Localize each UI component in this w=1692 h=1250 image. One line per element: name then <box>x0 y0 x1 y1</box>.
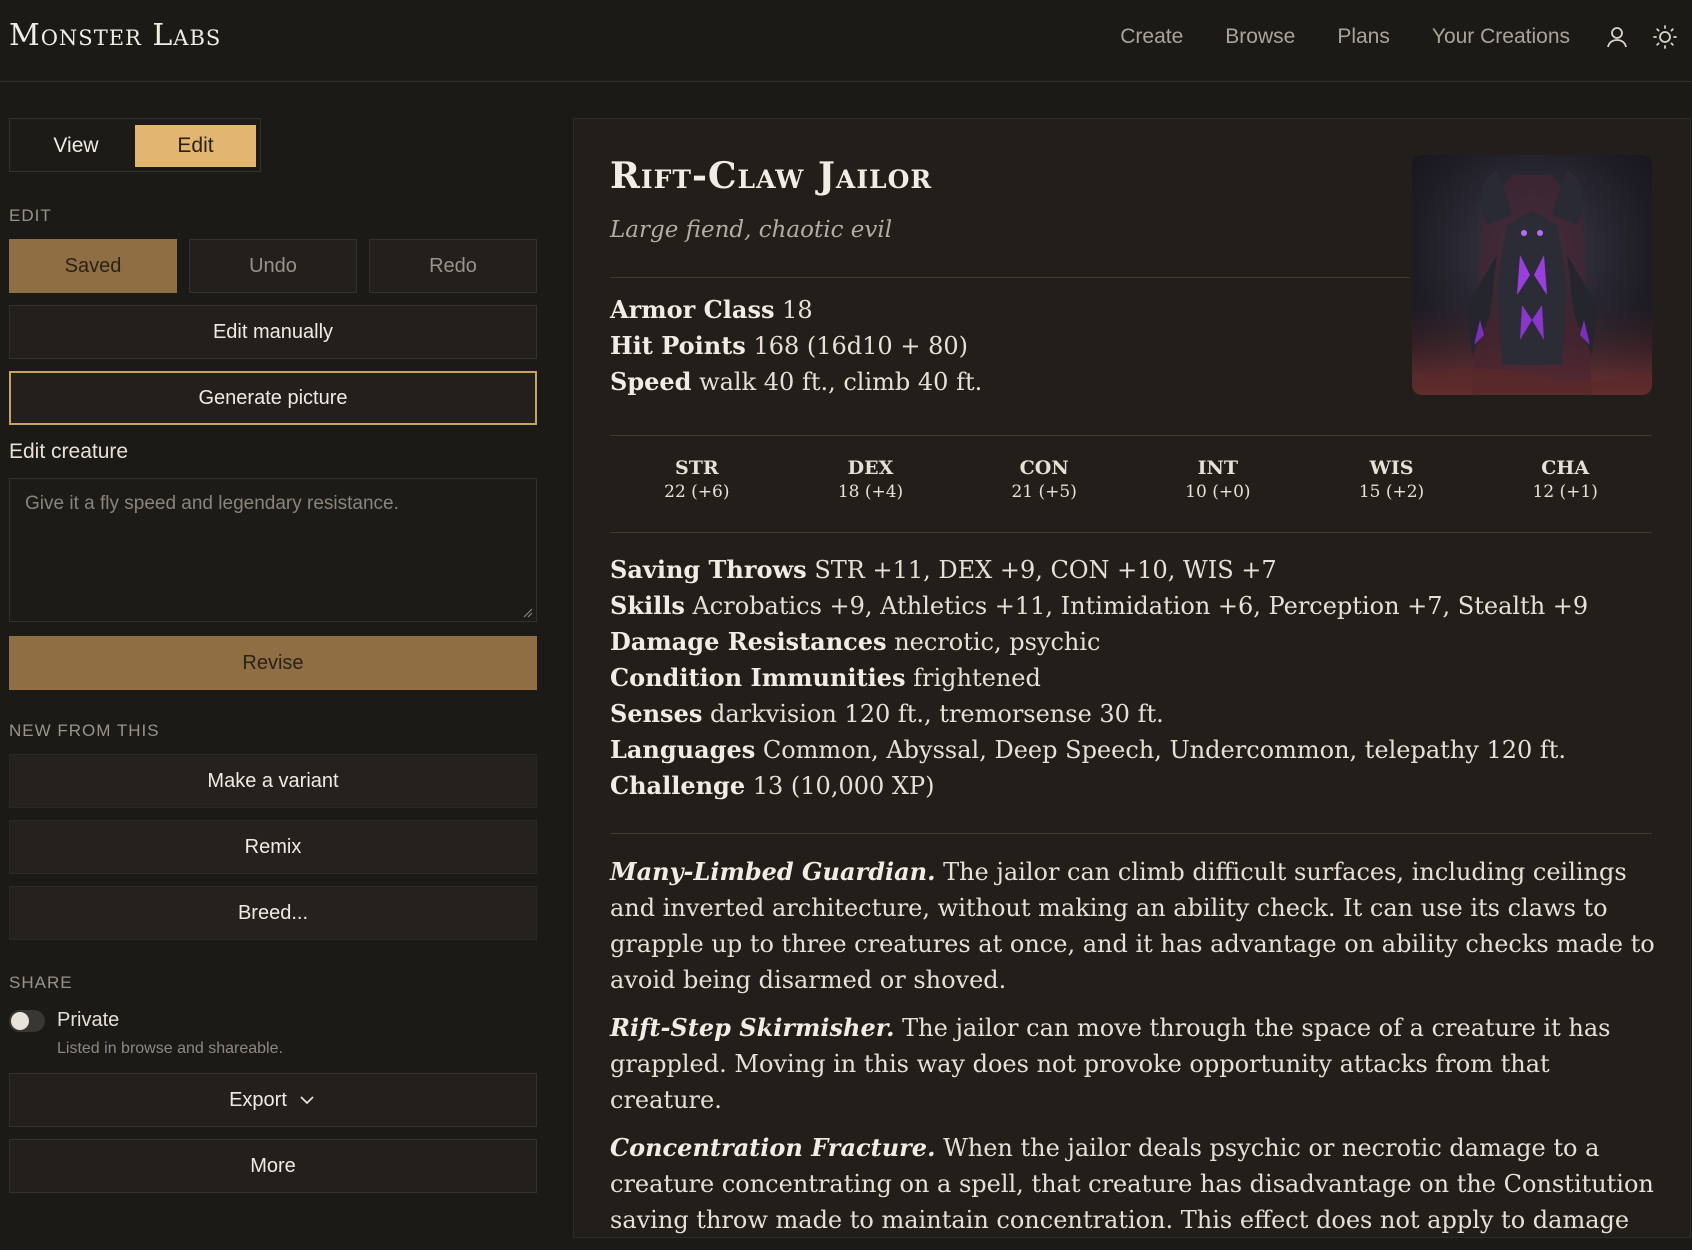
divider <box>610 435 1652 436</box>
edit-creature-label: Edit creature <box>9 440 129 463</box>
redo-button[interactable]: Redo <box>369 239 537 293</box>
saving-throws-value: STR +11, DEX +9, CON +10, WIS +7 <box>814 556 1277 584</box>
ability-value: 18 (+4) <box>837 482 904 502</box>
nav-plans[interactable]: Plans <box>1337 25 1390 49</box>
new-from-this-section-label: NEW FROM THIS <box>9 721 160 740</box>
saved-button[interactable]: Saved <box>9 239 177 293</box>
saving-throws-label: Saving Throws <box>610 555 807 584</box>
chevron-down-icon <box>300 1096 314 1105</box>
ability-name: CON <box>1019 457 1069 479</box>
damage-resistances-label: Damage Resistances <box>610 627 887 656</box>
export-label: Export <box>229 1088 287 1111</box>
view-mode-button[interactable]: View <box>16 125 136 167</box>
senses-value: darkvision 120 ft., tremorsense 30 ft. <box>709 700 1164 728</box>
sun-icon[interactable] <box>1652 24 1678 50</box>
generate-picture-button[interactable]: Generate picture <box>9 371 537 425</box>
trait: Many-Limbed Guardian. The jailor can cli… <box>610 854 1660 998</box>
ability-cha: CHA 12 (+1) <box>1478 457 1652 502</box>
monster-name: Rift-Claw Jailor <box>610 155 933 197</box>
trait-name: Rift-Step Skirmisher. <box>610 1013 895 1042</box>
condition-immunities-line: Condition Immunities frightened <box>610 663 1041 692</box>
hit-points-label: Hit Points <box>610 331 746 360</box>
remix-button[interactable]: Remix <box>9 820 537 874</box>
mode-switch: View Edit <box>9 118 261 172</box>
hit-points-line: Hit Points 168 (16d10 + 80) <box>610 331 968 360</box>
stat-block: Rift-Claw Jailor Large fiend, chaotic ev… <box>573 118 1691 1238</box>
challenge-label: Challenge <box>610 771 746 800</box>
divider <box>610 532 1652 533</box>
nav-browse[interactable]: Browse <box>1225 25 1295 49</box>
top-bar: Monster Labs Create Browse Plans Your Cr… <box>0 0 1692 82</box>
undo-button[interactable]: Undo <box>189 239 357 293</box>
edit-manually-button[interactable]: Edit manually <box>9 305 537 359</box>
breed-button[interactable]: Breed... <box>9 886 537 940</box>
monster-type: Large fiend, chaotic evil <box>610 217 893 243</box>
ability-value: 21 (+5) <box>1011 482 1077 502</box>
trait: Concentration Fracture. When the jailor … <box>610 1130 1660 1238</box>
speed-line: Speed walk 40 ft., climb 40 ft. <box>610 367 982 396</box>
languages-label: Languages <box>610 735 756 764</box>
condition-immunities-value: frightened <box>913 664 1041 692</box>
make-variant-button[interactable]: Make a variant <box>9 754 537 808</box>
divider <box>610 277 1410 278</box>
edit-creature-placeholder: Give it a fly speed and legendary resist… <box>25 493 399 514</box>
user-icon[interactable] <box>1604 24 1630 50</box>
main-nav: Create Browse Plans Your Creations <box>1078 24 1678 50</box>
revise-button[interactable]: Revise <box>9 636 537 690</box>
skills-line: Skills Acrobatics +9, Athletics +11, Int… <box>610 591 1588 620</box>
divider <box>610 833 1652 834</box>
ability-name: WIS <box>1369 457 1414 479</box>
ability-int: INT 10 (+0) <box>1131 457 1305 502</box>
private-label: Private <box>57 1009 120 1031</box>
ability-name: CHA <box>1541 457 1590 479</box>
share-section-label: SHARE <box>9 973 73 992</box>
ability-con: CON 21 (+5) <box>957 457 1131 502</box>
armor-class-label: Armor Class <box>610 295 775 324</box>
more-button[interactable]: More <box>9 1139 537 1193</box>
ability-value: 22 (+6) <box>664 482 730 502</box>
languages-line: Languages Common, Abyssal, Deep Speech, … <box>610 735 1566 764</box>
trait: Rift-Step Skirmisher. The jailor can mov… <box>610 1010 1660 1118</box>
skills-value: Acrobatics +9, Athletics +11, Intimidati… <box>692 592 1589 620</box>
resize-grip-icon[interactable] <box>521 606 533 618</box>
senses-label: Senses <box>610 699 703 728</box>
trait-name: Many-Limbed Guardian. <box>610 857 936 886</box>
damage-resistances-value: necrotic, psychic <box>894 628 1101 656</box>
armor-class-value: 18 <box>782 296 813 324</box>
languages-value: Common, Abyssal, Deep Speech, Undercommo… <box>762 736 1567 764</box>
nav-your-creations[interactable]: Your Creations <box>1432 25 1570 49</box>
edit-creature-input[interactable]: Give it a fly speed and legendary resist… <box>9 478 537 622</box>
private-description: Listed in browse and shareable. <box>57 1040 283 1057</box>
ability-name: INT <box>1197 457 1239 479</box>
edit-mode-button[interactable]: Edit <box>135 125 256 167</box>
ability-scores: STR 22 (+6) DEX 18 (+4) CON 21 (+5) INT 10 (… <box>610 457 1652 502</box>
export-button[interactable]: Export <box>9 1073 537 1127</box>
skills-label: Skills <box>610 591 685 620</box>
challenge-line: Challenge 13 (10,000 XP) <box>610 771 934 800</box>
senses-line: Senses darkvision 120 ft., tremorsense 3… <box>610 699 1164 728</box>
private-toggle[interactable] <box>9 1010 45 1032</box>
saving-throws-line: Saving Throws STR +11, DEX +9, CON +10, … <box>610 555 1277 584</box>
ability-value: 10 (+0) <box>1185 482 1251 502</box>
ability-wis: WIS 15 (+2) <box>1305 457 1479 502</box>
hit-points-value: 168 (16d10 + 80) <box>753 332 968 360</box>
damage-resistances-line: Damage Resistances necrotic, psychic <box>610 627 1101 656</box>
ability-str: STR 22 (+6) <box>610 457 784 502</box>
trait-name: Concentration Fracture. <box>610 1133 936 1162</box>
ability-value: 12 (+1) <box>1532 482 1598 502</box>
ability-name: STR <box>675 457 719 479</box>
condition-immunities-label: Condition Immunities <box>610 663 906 692</box>
brand-logo[interactable]: Monster Labs <box>9 18 221 53</box>
armor-class-line: Armor Class 18 <box>610 295 813 324</box>
speed-value: walk 40 ft., climb 40 ft. <box>699 368 983 396</box>
ability-name: DEX <box>847 457 894 479</box>
ability-dex: DEX 18 (+4) <box>784 457 958 502</box>
challenge-value: 13 (10,000 XP) <box>752 772 935 800</box>
ability-value: 15 (+2) <box>1358 482 1425 502</box>
edit-section-label: EDIT <box>9 206 52 225</box>
monster-portrait[interactable] <box>1412 155 1652 395</box>
traits-list: Many-Limbed Guardian. The jailor can cli… <box>610 854 1660 1250</box>
nav-create[interactable]: Create <box>1120 25 1183 49</box>
speed-label: Speed <box>610 367 692 396</box>
